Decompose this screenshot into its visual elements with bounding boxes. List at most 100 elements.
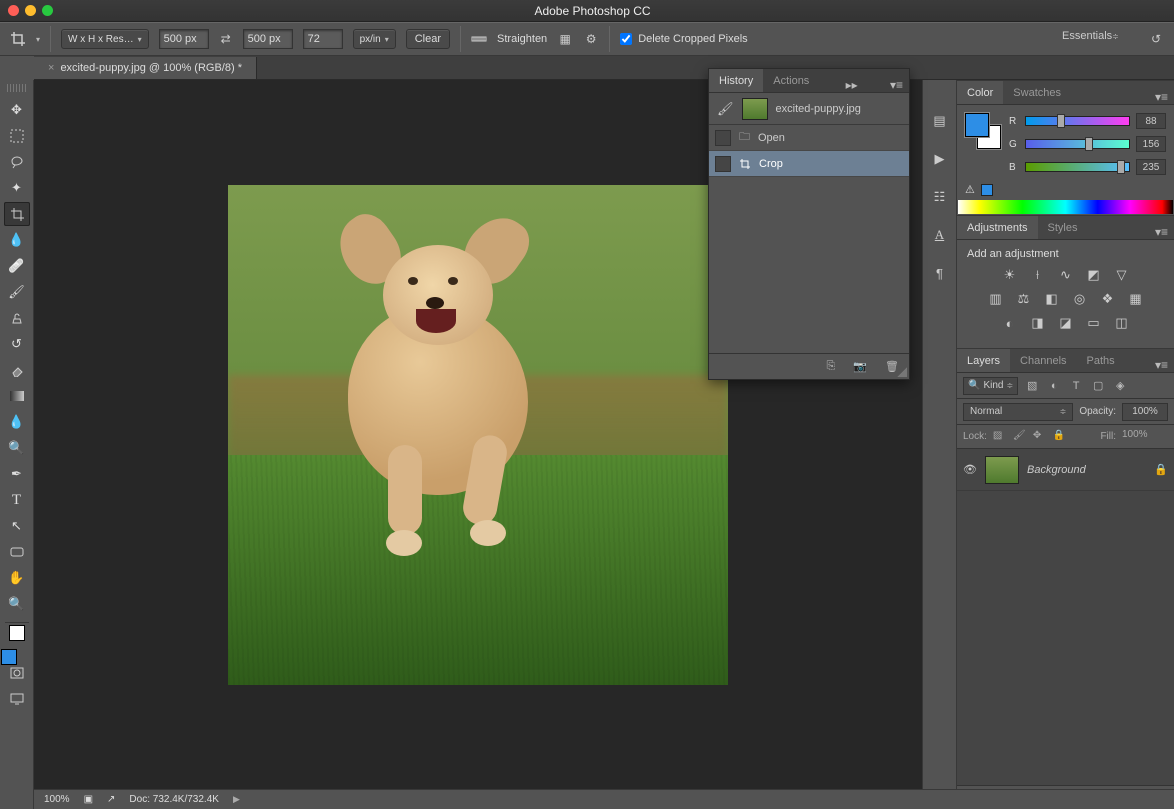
rectangle-tool[interactable] — [4, 540, 30, 564]
lock-all-icon[interactable]: 🔒 — [1053, 430, 1067, 444]
healing-brush-tool[interactable]: 🩹 — [4, 254, 30, 278]
quick-mask-toggle[interactable] — [4, 661, 30, 685]
tab-adjustments[interactable]: Adjustments — [957, 216, 1038, 239]
filter-smart-icon[interactable]: ◈ — [1112, 378, 1128, 394]
brush-presets-icon[interactable]: ☷ — [929, 186, 951, 208]
history-brush-source-icon[interactable]: 🖌 — [717, 101, 734, 117]
layer-visibility-icon[interactable]: 👁 — [963, 463, 977, 476]
screen-mode-toggle[interactable] — [4, 687, 30, 711]
new-document-from-state-icon[interactable]: ⎘ — [827, 360, 836, 373]
hue-saturation-icon[interactable]: ▥ — [987, 290, 1005, 308]
crop-tool-icon[interactable] — [10, 31, 26, 47]
move-tool[interactable]: ✥ — [4, 98, 30, 122]
dodge-tool[interactable]: 🔍 — [4, 436, 30, 460]
layer-thumbnail[interactable] — [985, 456, 1019, 484]
adjustments-panel-menu-icon[interactable]: ▾≡ — [1149, 225, 1174, 239]
straighten-label[interactable]: Straighten — [497, 33, 547, 45]
mini-bridge-icon[interactable]: ▤ — [929, 110, 951, 132]
tab-styles[interactable]: Styles — [1038, 216, 1088, 239]
delete-cropped-checkbox[interactable]: Delete Cropped Pixels — [620, 33, 747, 45]
timeline-play-icon[interactable]: ▶ — [929, 148, 951, 170]
aspect-ratio-dropdown[interactable]: W x H x Res…▾ — [61, 29, 149, 49]
eraser-tool[interactable] — [4, 358, 30, 382]
pen-tool[interactable]: ✒ — [4, 462, 30, 486]
selective-color-icon[interactable]: ◫ — [1113, 314, 1131, 332]
lasso-tool[interactable] — [4, 150, 30, 174]
filter-kind-dropdown[interactable]: 🔍Kind≑ — [963, 377, 1018, 395]
tools-gripper[interactable] — [7, 84, 27, 92]
tab-actions[interactable]: Actions — [763, 69, 819, 92]
crop-height-field[interactable]: 500 px — [243, 29, 293, 49]
tab-color[interactable]: Color — [957, 81, 1003, 104]
blend-mode-dropdown[interactable]: Normal≑ — [963, 403, 1073, 421]
close-window-button[interactable] — [8, 5, 19, 16]
vibrance-icon[interactable]: ▽ — [1113, 266, 1131, 284]
photo-filter-icon[interactable]: ◎ — [1071, 290, 1089, 308]
color-panel-menu-icon[interactable]: ▾≡ — [1149, 90, 1174, 104]
gradient-tool[interactable] — [4, 384, 30, 408]
status-preview-icon[interactable]: ▣ — [84, 794, 93, 805]
filter-type-icon[interactable]: T — [1068, 378, 1084, 394]
resize-handle[interactable] — [897, 367, 907, 377]
zoom-level[interactable]: 100% — [44, 794, 70, 805]
eyedropper-tool[interactable]: 💧 — [4, 228, 30, 252]
channel-mixer-icon[interactable]: ❖ — [1099, 290, 1117, 308]
threshold-icon[interactable]: ◪ — [1057, 314, 1075, 332]
lock-pixels-icon[interactable]: 🖌 — [1013, 430, 1027, 444]
crop-tool[interactable] — [4, 202, 30, 226]
history-source-row[interactable]: 🖌 excited-puppy.jpg — [709, 93, 909, 125]
websafe-warning-icon[interactable] — [981, 184, 993, 196]
blur-tool[interactable]: 💧 — [4, 410, 30, 434]
path-selection-tool[interactable]: ↖ — [4, 514, 30, 538]
opacity-field[interactable]: 100% — [1122, 403, 1168, 421]
filter-pixel-icon[interactable]: ▧ — [1024, 378, 1040, 394]
swap-dimensions-button[interactable]: ⇄ — [219, 32, 233, 46]
tab-history[interactable]: History — [709, 69, 763, 92]
g-slider[interactable]: G 156 — [1009, 136, 1166, 152]
filter-shape-icon[interactable]: ▢ — [1090, 378, 1106, 394]
tool-preset-chevron[interactable]: ▾ — [36, 35, 40, 44]
tab-channels[interactable]: Channels — [1010, 349, 1076, 372]
fg-bg-color-chips[interactable] — [965, 113, 1001, 149]
tab-swatches[interactable]: Swatches — [1003, 81, 1071, 104]
resolution-unit-dropdown[interactable]: px/in▾ — [353, 29, 396, 49]
crop-width-field[interactable]: 500 px — [159, 29, 209, 49]
paragraph-panel-icon[interactable]: ¶ — [929, 262, 951, 284]
history-state[interactable]: 🗀 Open — [709, 125, 909, 151]
levels-icon[interactable]: ⟊ — [1029, 266, 1047, 284]
gamut-warning-icon[interactable]: ⚠ — [965, 183, 975, 196]
invert-icon[interactable]: ◐ — [1001, 314, 1019, 332]
doc-size[interactable]: Doc: 732.4K/732.4K — [129, 794, 219, 805]
gradient-map-icon[interactable]: ▭ — [1085, 314, 1103, 332]
magic-wand-tool[interactable]: ✦ — [4, 176, 30, 200]
history-panel-menu-icon[interactable]: ▾≡ — [884, 78, 909, 92]
b-slider[interactable]: B 235 — [1009, 159, 1166, 175]
history-brush-tool[interactable]: ↺ — [4, 332, 30, 356]
character-panel-icon[interactable]: A — [929, 224, 951, 246]
layer-name[interactable]: Background — [1027, 464, 1146, 476]
history-state[interactable]: Crop — [709, 151, 909, 177]
document-tab[interactable]: × excited-puppy.jpg @ 100% (RGB/8) * — [34, 57, 257, 79]
layers-panel-menu-icon[interactable]: ▾≡ — [1149, 358, 1174, 372]
color-lookup-icon[interactable]: ▦ — [1127, 290, 1145, 308]
hand-tool[interactable]: ✋ — [4, 566, 30, 590]
clear-button[interactable]: Clear — [406, 29, 450, 49]
crop-settings-icon[interactable]: ⚙ — [583, 31, 599, 47]
color-balance-icon[interactable]: ⚖ — [1015, 290, 1033, 308]
status-info-chevron[interactable]: ▶ — [233, 794, 240, 805]
curves-icon[interactable]: ∿ — [1057, 266, 1075, 284]
history-collapse-icon[interactable]: ▸▸ — [840, 78, 864, 92]
posterize-icon[interactable]: ◨ — [1029, 314, 1047, 332]
color-swatches[interactable] — [3, 631, 31, 659]
fill-field[interactable]: 100% — [1122, 429, 1168, 445]
layer-row[interactable]: 👁 Background 🔒 — [957, 449, 1174, 491]
tab-layers[interactable]: Layers — [957, 349, 1010, 372]
overlay-options-icon[interactable]: ▦ — [557, 31, 573, 47]
brush-tool[interactable]: 🖌 — [4, 280, 30, 304]
brightness-contrast-icon[interactable]: ☀ — [1001, 266, 1019, 284]
snapshot-icon[interactable]: 📷 — [853, 360, 867, 373]
r-slider[interactable]: R 88 — [1009, 113, 1166, 129]
filter-adjustment-icon[interactable]: ◐ — [1046, 378, 1062, 394]
zoom-tool[interactable]: 🔍 — [4, 592, 30, 616]
exposure-icon[interactable]: ◩ — [1085, 266, 1103, 284]
